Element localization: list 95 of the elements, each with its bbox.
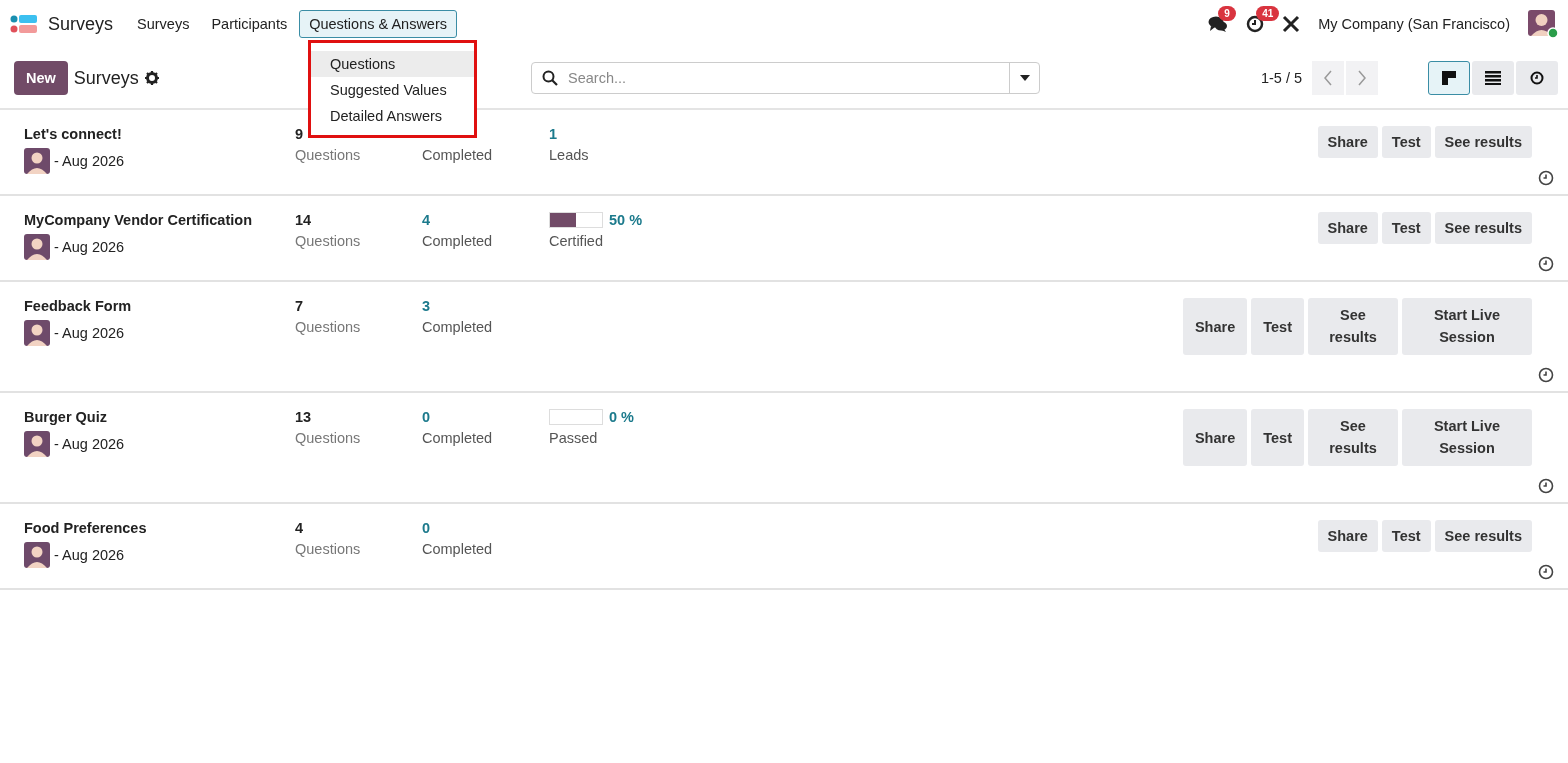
stat-label: Completed xyxy=(422,541,494,557)
user-avatar xyxy=(24,234,50,260)
survey-date: - Aug 2026 xyxy=(54,325,125,341)
action-button[interactable]: See results xyxy=(1434,212,1532,244)
list-icon xyxy=(1485,71,1501,85)
question-count: 9 xyxy=(295,126,305,142)
completed-count[interactable]: 0 xyxy=(422,520,549,536)
question-count: 14 xyxy=(295,212,313,228)
activity-clock-icon[interactable] xyxy=(1538,367,1554,383)
survey-title: Food Preferences xyxy=(24,520,148,536)
question-count: 7 xyxy=(295,298,305,314)
stat-label: Passed xyxy=(549,430,599,446)
new-button[interactable]: New xyxy=(14,61,68,95)
list-view-button[interactable] xyxy=(1472,61,1514,95)
action-button[interactable]: Share xyxy=(1182,409,1248,466)
kanban-view-button[interactable] xyxy=(1428,61,1470,95)
app-name[interactable]: Surveys xyxy=(48,13,114,35)
completed-count[interactable]: 0 xyxy=(422,409,549,425)
leads-count[interactable]: 1 xyxy=(549,126,749,142)
user-avatar[interactable] xyxy=(1528,10,1558,38)
chevron-right-icon xyxy=(1357,70,1367,86)
progress-percent: 0 % xyxy=(609,409,634,425)
action-button[interactable]: Test xyxy=(1251,409,1304,466)
dropdown-item[interactable]: Suggested Values xyxy=(311,77,475,103)
survey-title: Let's connect! xyxy=(24,126,123,142)
search-icon xyxy=(542,70,558,86)
activity-clock-icon[interactable] xyxy=(1538,478,1554,494)
action-button[interactable]: Share xyxy=(1317,126,1378,158)
survey-date: - Aug 2026 xyxy=(54,153,125,169)
action-button[interactable]: See results xyxy=(1434,520,1532,552)
stat-label: Completed xyxy=(422,430,494,446)
progress-percent: 50 % xyxy=(609,212,643,228)
stat-label: Completed xyxy=(422,233,494,249)
survey-date: - Aug 2026 xyxy=(54,239,125,255)
menu-item[interactable]: Questions & Answers xyxy=(299,10,457,38)
action-button[interactable]: Start Live Session xyxy=(1402,409,1532,466)
survey-date: - Aug 2026 xyxy=(54,436,125,452)
user-avatar xyxy=(24,431,50,457)
pager-value: 1-5 / 5 xyxy=(1260,70,1302,86)
action-button[interactable]: See results xyxy=(1434,126,1532,158)
page-title: Surveys xyxy=(73,67,139,89)
activity-clock-icon[interactable] xyxy=(1538,170,1554,186)
survey-date: - Aug 2026 xyxy=(54,547,125,563)
stat-label: Certified xyxy=(549,233,604,249)
user-avatar xyxy=(24,148,50,174)
completed-count[interactable]: 3 xyxy=(422,298,549,314)
action-button[interactable]: Test xyxy=(1251,298,1304,355)
action-button[interactable]: See results xyxy=(1308,298,1398,355)
question-count: 13 xyxy=(295,409,313,425)
user-avatar xyxy=(24,542,50,568)
company-switcher[interactable]: My Company (San Francisco) xyxy=(1318,16,1510,32)
search-field[interactable]: Search... xyxy=(531,62,1040,94)
survey-card[interactable]: MyCompany Vendor Certification - Aug 2026 14 Questions 4 Completed 50 % Certified Share Test See results xyxy=(0,196,1568,282)
activity-view-button[interactable] xyxy=(1516,61,1558,95)
activity-clock-icon[interactable] xyxy=(1538,256,1554,272)
progress-bar xyxy=(549,212,603,228)
survey-card[interactable]: Feedback Form - Aug 2026 7 Questions 3 Completed Share Test See results Start Live Session xyxy=(0,282,1568,393)
notification-badge: 41 xyxy=(1256,6,1280,21)
caret-icon xyxy=(1019,75,1030,81)
action-button[interactable]: Start Live Session xyxy=(1402,298,1532,355)
stat-label: Questions xyxy=(295,319,362,335)
question-count: 4 xyxy=(295,520,305,536)
stat-label: Questions xyxy=(295,233,362,249)
app-logo-icon[interactable] xyxy=(10,14,38,34)
action-button[interactable]: See results xyxy=(1308,409,1398,466)
activity-clock-icon[interactable] xyxy=(1538,564,1554,580)
stat-label: Leads xyxy=(549,147,590,163)
user-avatar xyxy=(24,320,50,346)
survey-title: Burger Quiz xyxy=(24,409,108,425)
stat-label: Questions xyxy=(295,147,362,163)
stat-label: Completed xyxy=(422,147,494,163)
survey-title: MyCompany Vendor Certification xyxy=(24,212,253,228)
survey-card[interactable]: Burger Quiz - Aug 2026 13 Questions 0 Completed 0 % Passed Share Test See results Start Live Session xyxy=(0,393,1568,504)
completed-count[interactable]: 4 xyxy=(422,212,549,228)
stat-label: Questions xyxy=(295,430,362,446)
menu-item[interactable]: Participants xyxy=(201,10,298,38)
chevron-left-icon xyxy=(1323,70,1333,86)
action-button[interactable]: Test xyxy=(1381,126,1431,158)
clock-icon[interactable] xyxy=(1246,15,1265,33)
action-button[interactable]: Share xyxy=(1317,212,1378,244)
survey-card[interactable]: Food Preferences - Aug 2026 4 Questions 0 Completed Share Test See results xyxy=(0,504,1568,590)
settings-icon[interactable] xyxy=(144,71,159,85)
kanban-icon xyxy=(1441,70,1457,86)
survey-title: Feedback Form xyxy=(24,298,133,314)
action-button[interactable]: Test xyxy=(1381,520,1431,552)
notification-badge: 9 xyxy=(1218,6,1236,21)
clock-icon xyxy=(1530,71,1544,85)
search-input[interactable]: Search... xyxy=(566,69,1009,87)
action-button[interactable]: Share xyxy=(1317,520,1378,552)
dropdown-item[interactable]: Questions xyxy=(311,51,475,77)
stat-label: Completed xyxy=(422,319,494,335)
action-button[interactable]: Test xyxy=(1381,212,1431,244)
stat-label: Questions xyxy=(295,541,362,557)
menu-item[interactable]: Surveys xyxy=(127,10,200,38)
action-button[interactable]: Share xyxy=(1182,298,1248,355)
